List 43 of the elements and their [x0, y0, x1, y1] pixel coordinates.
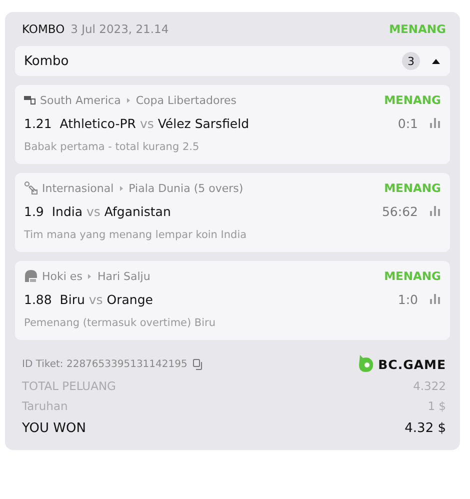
selection-count: 3 [402, 52, 420, 70]
summary-value: 4.32 $ [404, 420, 446, 436]
combo-toggle[interactable]: Kombo 3 [15, 46, 450, 76]
summary-value: 1 $ [428, 399, 446, 413]
league-name[interactable]: Copa Libertadores [136, 94, 380, 106]
brand-name: BC.GAME [378, 356, 446, 372]
caret-icon [432, 58, 440, 64]
league-name[interactable]: Piala Dunia (5 overs) [128, 182, 380, 194]
chevron-icon [126, 98, 130, 102]
match-score: 1:0 [398, 292, 418, 306]
match-teams: 1.21 Athletico-PR vs Vélez Sarsfield [24, 116, 250, 130]
bet-status: MENANG [384, 181, 441, 195]
bet-status: MENANG [384, 269, 441, 283]
cricket-bat-icon [24, 181, 38, 195]
bet-type: KOMBO [22, 22, 65, 36]
copy-icon[interactable] [193, 358, 204, 370]
chevron-icon [120, 186, 123, 190]
summary-value: 4.322 [413, 379, 446, 393]
brand-logo-icon [358, 355, 374, 373]
match-score: 56:62 [382, 204, 418, 218]
bet-status: MENANG [384, 93, 441, 107]
bet-status: MENANG [389, 22, 446, 36]
bet-date: 3 Jul 2023, 21.14 [70, 22, 170, 36]
chevron-icon [88, 274, 92, 278]
market-description: Babak pertama - total kurang 2.5 [24, 140, 200, 155]
league-name[interactable]: Hari Salju [97, 270, 380, 282]
ticket-id: ID Tiket: 2287653395131142195 [22, 358, 188, 370]
match-teams: 1.88 Biru vs Orange [24, 292, 154, 306]
hockey-helmet-icon [24, 269, 38, 283]
stats-icon[interactable] [430, 206, 441, 216]
combo-label: Kombo [24, 54, 70, 68]
region-name[interactable]: Internasional [42, 182, 114, 194]
market-description: Pemenang (termasuk overtime) Biru [24, 316, 217, 331]
stats-icon[interactable] [430, 118, 441, 128]
summary-label: TOTAL PELUANG [22, 379, 116, 393]
region-name[interactable]: South America [40, 94, 121, 106]
region-name[interactable]: Hoki es [42, 270, 82, 282]
summary-label: YOU WON [22, 420, 86, 436]
match-score: 0:1 [398, 116, 418, 130]
match-teams: 1.9 India vs Afganistan [24, 204, 172, 218]
stats-icon[interactable] [430, 294, 441, 304]
summary-label: Taruhan [22, 399, 68, 413]
market-description: Tim mana yang menang lempar koin India [24, 228, 248, 243]
